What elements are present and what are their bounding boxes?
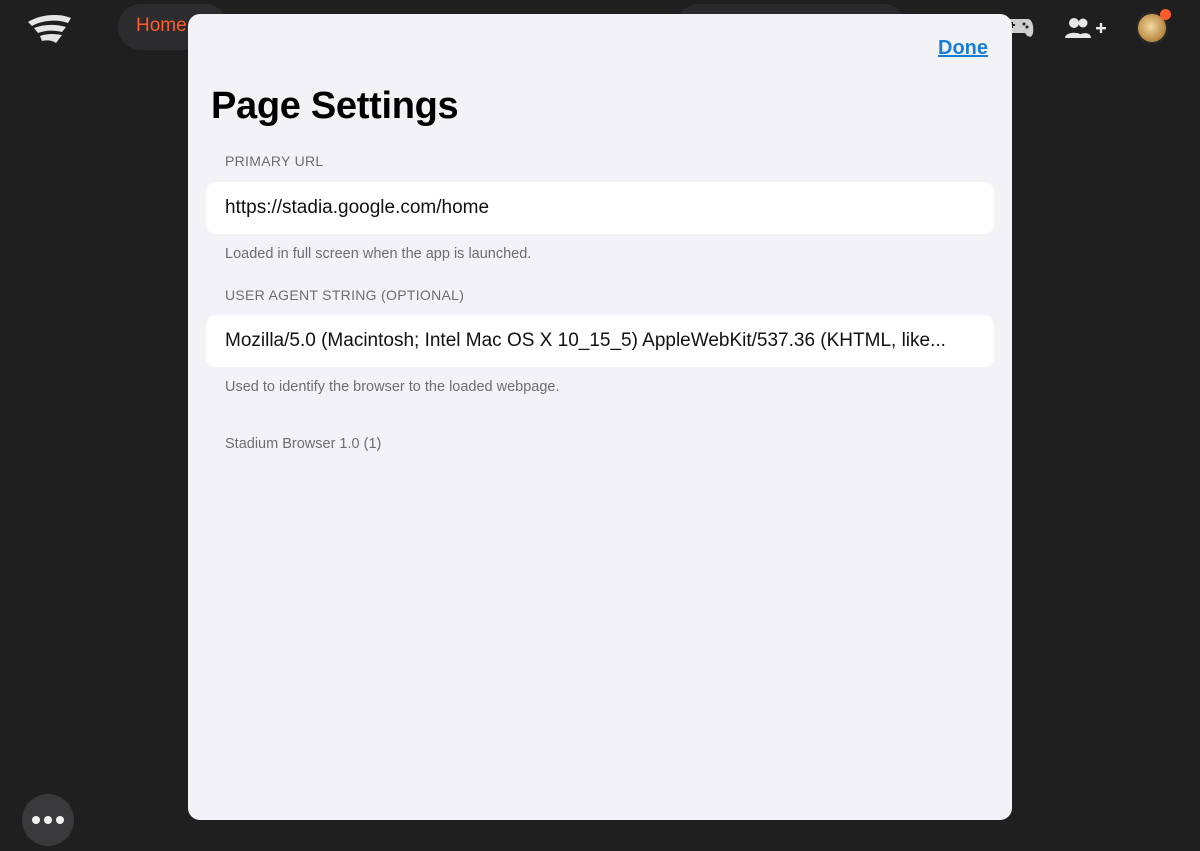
- user-agent-footnote: Used to identify the browser to the load…: [225, 379, 560, 395]
- done-button[interactable]: Done: [938, 37, 988, 60]
- stadia-logo-icon[interactable]: [26, 10, 72, 46]
- version-label: Stadium Browser 1.0 (1): [225, 436, 382, 452]
- primary-url-footnote: Loaded in full screen when the app is la…: [225, 246, 532, 262]
- notification-badge: [1160, 9, 1171, 20]
- user-agent-field[interactable]: Mozilla/5.0 (Macintosh; Intel Mac OS X 1…: [206, 315, 994, 367]
- page-title: Page Settings: [211, 85, 459, 127]
- primary-url-value: https://stadia.google.com/home: [225, 197, 490, 218]
- user-agent-label: USER AGENT STRING (OPTIONAL): [225, 287, 465, 303]
- user-agent-value: Mozilla/5.0 (Macintosh; Intel Mac OS X 1…: [225, 330, 946, 351]
- page-settings-modal: Done Page Settings PRIMARY URL https://s…: [188, 14, 1012, 820]
- primary-url-label: PRIMARY URL: [225, 153, 324, 169]
- add-friend-icon[interactable]: [1064, 14, 1108, 42]
- primary-url-field[interactable]: https://stadia.google.com/home: [206, 182, 994, 234]
- more-button[interactable]: [22, 794, 74, 846]
- more-icon: [32, 816, 40, 824]
- home-tab-label: Home: [136, 15, 187, 36]
